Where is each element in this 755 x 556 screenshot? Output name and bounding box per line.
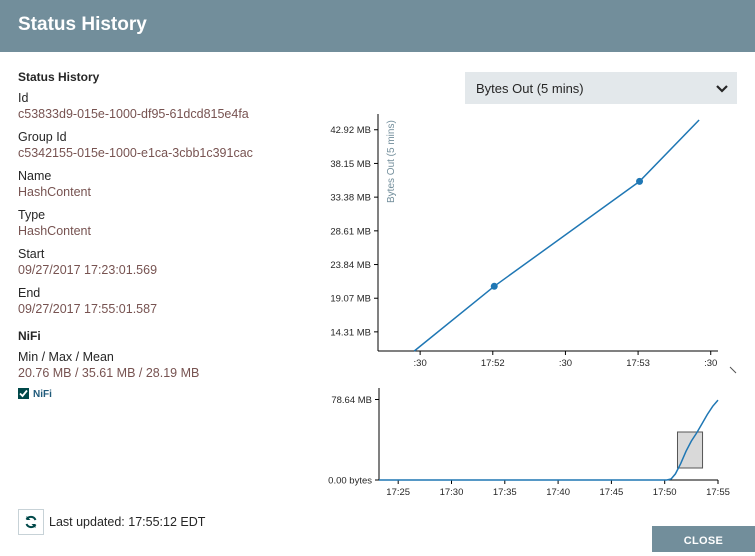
dialog-header: Status History [0,0,755,52]
start-label: Start [18,247,45,261]
legend-item-nifi[interactable]: NiFi [18,388,52,401]
chevron-down-icon [716,85,728,93]
detail-y-tick-label: 14.31 MB [330,327,371,338]
details-section-title: Status History [18,70,100,84]
last-updated: Last updated: 17:55:12 EDT [49,515,205,529]
minmax-value: 20.76 MB / 35.61 MB / 28.19 MB [18,366,200,380]
type-label: Type [18,208,46,222]
detail-y-tick-label: 23.84 MB [330,260,371,271]
metric-select[interactable]: Bytes Out (5 mins) [465,72,737,104]
overview-y-tick-label: 0.00 bytes [328,476,372,487]
overview-x-tick-label: 17:25 [386,487,410,498]
name-value: HashContent [18,185,91,199]
last-updated-label: Last updated: [49,515,125,529]
name-label: Name [18,169,52,183]
detail-y-tick-label: 38.15 MB [330,159,371,170]
detail-y-tick-label: 42.92 MB [330,125,371,136]
detail-y-tick-label: 33.38 MB [330,193,371,204]
detail-y-tick-label: 19.07 MB [330,294,371,305]
nifi-section-title: NiFi [18,329,41,343]
overview-series-line [379,399,719,481]
overview-x-tick-label: 17:55 [706,487,730,498]
group-id-value: c5342155-015e-1000-e1ca-3cbb1c391cac [18,146,253,160]
overview-x-tick-label: 17:50 [653,487,677,498]
start-value: 09/27/2017 17:23:01.569 [18,263,158,277]
group-id-label: Group Id [18,130,67,144]
dialog-title: Status History [18,14,147,35]
detail-data-point [636,177,644,185]
minmax-label: Min / Max / Mean [18,350,114,364]
legend-label: NiFi [33,389,52,401]
overview-x-tick-label: 17:45 [600,487,624,498]
refresh-button[interactable] [18,509,44,535]
resize-handle-icon[interactable] [729,366,737,374]
checkmark-icon [19,389,28,398]
id-label: Id [18,91,29,105]
id-value: c53833d9-015e-1000-df95-61dcd815e4fa [18,107,249,121]
metric-select-value: Bytes Out (5 mins) [476,81,584,96]
detail-data-point [490,282,498,290]
legend-checkbox[interactable] [18,388,29,399]
overview-x-tick-label: 17:35 [493,487,517,498]
detail-y-tick-label: 28.61 MB [330,226,371,237]
detail-x-tick-label: 17:52 [481,358,505,369]
detail-x-tick-label: :30 [414,358,427,369]
detail-chart-ylabel: Bytes Out (5 mins) [386,120,397,203]
end-label: End [18,286,41,300]
refresh-icon [25,515,37,529]
end-value: 09/27/2017 17:55:01.587 [18,302,158,316]
overview-y-tick-label: 78.64 MB [331,395,372,406]
overview-brush [676,431,704,469]
details-panel: Status History Id c53833d9-015e-1000-df9… [18,70,308,388]
last-updated-time: 17:55:12 EDT [128,515,206,529]
overview-x-tick-label: 17:30 [440,487,464,498]
detail-series-line [413,119,700,352]
detail-x-tick-label: 17:53 [626,358,650,369]
type-value: HashContent [18,224,91,238]
close-button[interactable]: CLOSE [652,526,755,552]
detail-x-tick-label: :30 [704,358,717,369]
overview-x-tick-label: 17:40 [546,487,570,498]
detail-x-tick-label: :30 [559,358,572,369]
